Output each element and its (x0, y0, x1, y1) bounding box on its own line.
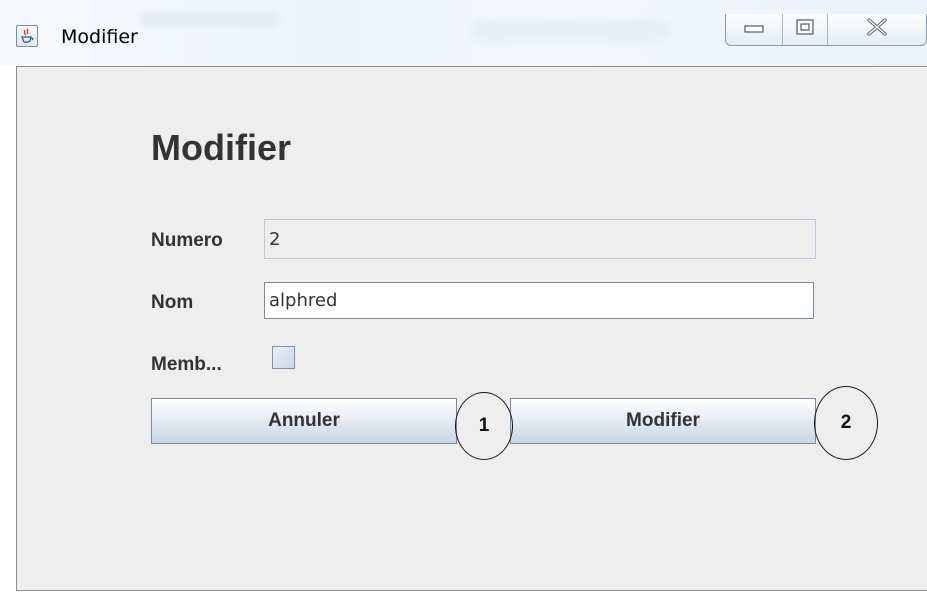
annuler-button[interactable]: Annuler (151, 398, 457, 444)
nom-label: Nom (151, 292, 194, 313)
minimize-icon (744, 21, 764, 39)
modifier-window: Modifier Modifier Numero 2 Nom alphred M… (0, 0, 927, 595)
minimize-button[interactable] (726, 14, 783, 45)
title-bar[interactable]: Modifier (0, 0, 927, 66)
title-bar-blur-2 (470, 20, 670, 42)
title-bar-blur (140, 12, 280, 26)
window-controls (725, 14, 927, 46)
nom-field[interactable] (264, 282, 814, 319)
numero-field[interactable] (264, 219, 816, 259)
annotation-circle-1: 1 (455, 392, 513, 460)
close-icon (866, 18, 888, 41)
java-app-icon[interactable] (16, 25, 38, 47)
maximize-icon (796, 19, 814, 40)
membre-label: Memb... (151, 354, 222, 375)
modifier-button[interactable]: Modifier (510, 398, 816, 444)
numero-label: Numero (151, 230, 223, 251)
close-button[interactable] (828, 14, 926, 45)
membre-checkbox[interactable] (272, 346, 295, 369)
form-heading: Modifier (151, 127, 291, 168)
annotation-circle-2: 2 (814, 386, 878, 460)
maximize-button[interactable] (783, 14, 828, 45)
window-title: Modifier (61, 26, 138, 48)
